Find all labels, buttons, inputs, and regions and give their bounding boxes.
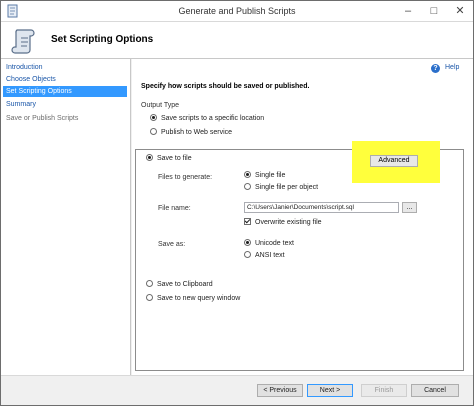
radio-selected[interactable] xyxy=(150,114,157,121)
instruction-text: Specify how scripts should be saved or p… xyxy=(141,83,310,90)
sidebar-item-choose-objects[interactable]: Choose Objects xyxy=(3,74,127,85)
advanced-button[interactable]: Advanced xyxy=(370,155,418,167)
cancel-button[interactable]: Cancel xyxy=(411,384,459,397)
page-header: Set Scripting Options xyxy=(1,22,473,59)
next-button[interactable]: Next > xyxy=(307,384,353,397)
option-label: Save to Clipboard xyxy=(157,281,213,288)
ansi-text-option[interactable]: ANSI text xyxy=(244,251,285,261)
radio-unselected[interactable] xyxy=(244,251,251,258)
main-panel: ? Help Specify how scripts should be sav… xyxy=(132,59,473,375)
save-to-file-option[interactable]: Save to file xyxy=(146,154,192,164)
radio-selected[interactable] xyxy=(146,154,153,161)
help-link[interactable]: Help xyxy=(445,64,459,71)
radio-selected[interactable] xyxy=(244,171,251,178)
publish-web-service-option[interactable]: Publish to Web service xyxy=(150,128,232,138)
radio-unselected[interactable] xyxy=(146,280,153,287)
wizard-steps-nav: Introduction Choose Objects Set Scriptin… xyxy=(1,59,131,375)
radio-unselected[interactable] xyxy=(244,183,251,190)
file-name-label: File name: xyxy=(158,205,191,212)
sidebar-item-save-or-publish: Save or Publish Scripts xyxy=(6,115,79,122)
finish-button: Finish xyxy=(361,384,407,397)
single-file-per-object-option[interactable]: Single file per object xyxy=(244,183,318,193)
output-type-label: Output Type xyxy=(141,102,180,109)
option-label: Single file xyxy=(255,172,286,179)
single-file-option[interactable]: Single file xyxy=(244,171,285,181)
option-label: ANSI text xyxy=(255,252,285,259)
wizard-window: Generate and Publish Scripts – □ ✕ Set S… xyxy=(0,0,474,406)
option-label: Save scripts to a specific location xyxy=(161,115,265,122)
minimize-icon[interactable]: – xyxy=(395,1,421,21)
maximize-icon[interactable]: □ xyxy=(421,1,447,21)
save-to-clipboard-option[interactable]: Save to Clipboard xyxy=(146,280,213,290)
radio-unselected[interactable] xyxy=(146,294,153,301)
previous-button[interactable]: < Previous xyxy=(257,384,303,397)
sidebar-item-set-scripting-options[interactable]: Set Scripting Options xyxy=(3,86,127,97)
option-label: Publish to Web service xyxy=(161,129,233,136)
files-to-generate-label: Files to generate: xyxy=(158,174,213,181)
browse-button[interactable]: ... xyxy=(402,202,417,213)
option-label: Overwrite existing file xyxy=(255,219,322,226)
sidebar-item-summary[interactable]: Summary xyxy=(3,99,127,110)
unicode-text-option[interactable]: Unicode text xyxy=(244,239,294,249)
option-label: Single file per object xyxy=(255,184,319,191)
page-title: Set Scripting Options xyxy=(51,34,154,45)
footer-divider xyxy=(1,375,473,376)
radio-selected[interactable] xyxy=(244,239,251,246)
help-icon[interactable]: ? xyxy=(431,64,440,73)
save-as-label: Save as: xyxy=(158,241,186,248)
scroll-icon xyxy=(11,29,35,54)
radio-unselected[interactable] xyxy=(150,128,157,135)
sidebar-item-introduction[interactable]: Introduction xyxy=(3,62,127,73)
title-bar: Generate and Publish Scripts – □ ✕ xyxy=(1,1,473,22)
save-to-location-option[interactable]: Save scripts to a specific location xyxy=(150,114,264,124)
file-name-input[interactable]: C:\Users\Janier\Documents\script.sql xyxy=(244,202,399,213)
close-icon[interactable]: ✕ xyxy=(447,1,473,21)
option-label: Unicode text xyxy=(255,240,294,247)
save-to-query-window-option[interactable]: Save to new query window xyxy=(146,294,240,304)
option-label: Save to file xyxy=(157,155,192,162)
checkbox-checked[interactable] xyxy=(244,218,251,225)
option-label: Save to new query window xyxy=(157,295,241,302)
overwrite-existing-checkbox[interactable]: Overwrite existing file xyxy=(244,218,322,228)
